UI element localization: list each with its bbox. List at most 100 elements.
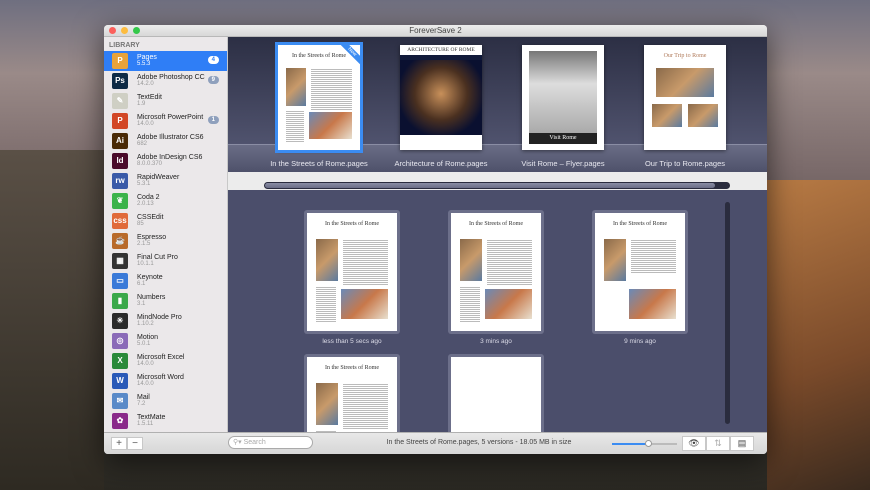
text-lines — [487, 238, 532, 287]
shelf-document[interactable]: Visit Rome — [522, 45, 604, 150]
text-lines — [310, 68, 352, 111]
shelf-document[interactable]: Our Trip to Rome — [644, 45, 726, 150]
add-button[interactable]: + — [111, 437, 127, 450]
restore-icon[interactable]: ⇅ — [706, 436, 730, 451]
horizontal-scrollbar[interactable] — [264, 182, 730, 189]
photo — [688, 103, 718, 127]
page-title: In the Streets of Rome — [325, 365, 379, 371]
text-lines — [316, 286, 336, 322]
version-page: In the Streets of Rome — [307, 357, 397, 432]
app-version: 1.10.2 — [137, 321, 154, 327]
sidebar-item-textmate[interactable]: ✿ TextMate 1.5.11 — [104, 411, 227, 431]
version-page: In the Streets of Rome — [451, 213, 541, 331]
sidebar-item-keynote[interactable]: ▭ Keynote 6.1 — [104, 271, 227, 291]
photo — [316, 238, 338, 282]
photo — [316, 382, 338, 426]
app-window: ForeverSave 2 LIBRARY P Pages 5.5.3 4 Ps Adob… — [104, 25, 767, 454]
sidebar-item-pages[interactable]: P Pages 5.5.3 4 — [104, 51, 227, 71]
vertical-scrollbar[interactable] — [725, 202, 730, 424]
zoom-button[interactable] — [133, 27, 140, 34]
version-thumbnail[interactable]: In the Streets of Rome — [304, 354, 400, 432]
text-lines — [460, 286, 480, 322]
eye-icon[interactable]: 👁 — [682, 436, 706, 451]
sidebar-item-cssedit[interactable]: css CSSEdit 85 — [104, 211, 227, 231]
sidebar-item-mail[interactable]: ✉ Mail 7.2 — [104, 391, 227, 411]
app-version: 5.0.1 — [137, 341, 151, 347]
text-lines — [343, 238, 388, 287]
document-label[interactable]: In the Streets of Rome.pages — [254, 159, 384, 168]
finalcut-icon: ▦ — [112, 253, 128, 269]
version-thumbnail[interactable]: In the Streets of Rome — [448, 210, 544, 334]
shelf-document[interactable]: ARCHITECTURE OF ROME — [400, 45, 482, 150]
keynote-icon: ▭ — [112, 273, 128, 289]
motion-icon: ◎ — [112, 333, 128, 349]
photo — [528, 51, 598, 134]
sidebar-item-final-cut-pro[interactable]: ▦ Final Cut Pro 10.1.1 — [104, 251, 227, 271]
shelf-document[interactable]: In the Streets of Rome New — [275, 42, 363, 153]
desktop-background — [767, 180, 870, 490]
numbers-icon: ▮ — [112, 293, 128, 309]
pages-icon: P — [112, 53, 128, 69]
page-title: In the Streets of Rome — [469, 221, 523, 227]
sidebar-item-mindnode-pro[interactable]: ✳ MindNode Pro 1.10.2 — [104, 311, 227, 331]
powerpoint-icon: P — [112, 113, 128, 129]
app-name: Microsoft Word — [137, 374, 184, 381]
sidebar-item-microsoft-powerpoint[interactable]: P Microsoft PowerPoint 14.0.0 1 — [104, 111, 227, 131]
app-name: TextEdit — [137, 94, 162, 101]
count-badge: 4 — [207, 56, 219, 64]
status-text: In the Streets of Rome.pages, 5 versions… — [386, 439, 572, 446]
zoom-slider[interactable] — [612, 440, 677, 447]
rapidweaver-icon: rw — [112, 173, 128, 189]
sidebar-item-rapidweaver[interactable]: rw RapidWeaver 5.3.1 — [104, 171, 227, 191]
slider-knob[interactable] — [644, 440, 652, 447]
mindnode-icon: ✳ — [112, 313, 128, 329]
version-thumbnail[interactable]: In the Streets of Rome — [592, 210, 688, 334]
sidebar-item-coda-2[interactable]: ❦ Coda 2 2.0.13 — [104, 191, 227, 211]
sidebar-item-adobe-indesign-cs6[interactable]: Id Adobe InDesign CS6 8.0.0.370 — [104, 151, 227, 171]
app-name: Adobe Illustrator CS6 — [137, 134, 204, 141]
sidebar-item-numbers[interactable]: ▮ Numbers 3.1 — [104, 291, 227, 311]
app-version: 7.2 — [137, 401, 146, 407]
search-input[interactable]: ⚲▾ Search — [228, 436, 313, 449]
page-title: In the Streets of Rome — [613, 221, 667, 227]
photo — [286, 68, 306, 106]
photoshop-icon: Ps — [112, 73, 128, 89]
document-label[interactable]: Visit Rome – Flyer.pages — [498, 159, 628, 168]
page-title: Our Trip to Rome — [663, 53, 707, 59]
document-label[interactable]: Our Trip to Rome.pages — [620, 159, 750, 168]
document-label[interactable]: Architecture of Rome.pages — [376, 159, 506, 168]
sidebar-item-microsoft-word[interactable]: W Microsoft Word 14.0.0 — [104, 371, 227, 391]
app-version: 1.5.11 — [137, 421, 154, 427]
version-thumbnail[interactable] — [448, 354, 544, 432]
minimize-button[interactable] — [121, 27, 128, 34]
sidebar-item-espresso[interactable]: ☕ Espresso 2.1.5 — [104, 231, 227, 251]
text-lines — [631, 238, 676, 275]
sidebar-item-adobe-photoshop-cc[interactable]: Ps Adobe Photoshop CC 14.2.0 9 — [104, 71, 227, 91]
app-version: 14.0.0 — [137, 361, 154, 367]
version-label: 3 mins ago — [480, 338, 512, 345]
bottom-bar: + − ⚲▾ Search In the Streets of Rome.pag… — [104, 432, 767, 454]
version-label: less than 5 secs ago — [322, 338, 382, 345]
remove-button[interactable]: − — [127, 437, 143, 450]
sidebar: LIBRARY P Pages 5.5.3 4 Ps Adobe Photoshop CC… — [104, 37, 228, 432]
close-button[interactable] — [109, 27, 116, 34]
page-title: Visit Rome — [528, 133, 598, 144]
sidebar-item-adobe-illustrator-cs6[interactable]: Ai Adobe Illustrator CS6 682 — [104, 131, 227, 151]
photo — [341, 288, 388, 320]
app-version: 14.0.0 — [137, 381, 154, 387]
version-page — [451, 357, 541, 432]
version-page: In the Streets of Rome — [307, 213, 397, 331]
version-thumbnail[interactable]: In the Streets of Rome — [304, 210, 400, 334]
app-name: TextMate — [137, 414, 166, 421]
scrollbar-thumb[interactable] — [265, 183, 715, 188]
document-export-icon[interactable]: ▤ — [730, 436, 754, 451]
sidebar-item-microsoft-excel[interactable]: X Microsoft Excel 14.0.0 — [104, 351, 227, 371]
word-icon: W — [112, 373, 128, 389]
app-name: Numbers — [137, 294, 166, 301]
page-footer — [400, 135, 482, 150]
textedit-icon: ✎ — [112, 93, 128, 109]
text-lines — [286, 110, 305, 142]
sidebar-item-motion[interactable]: ◎ Motion 5.0.1 — [104, 331, 227, 351]
photo — [400, 59, 482, 136]
sidebar-item-textedit[interactable]: ✎ TextEdit 1.9 — [104, 91, 227, 111]
